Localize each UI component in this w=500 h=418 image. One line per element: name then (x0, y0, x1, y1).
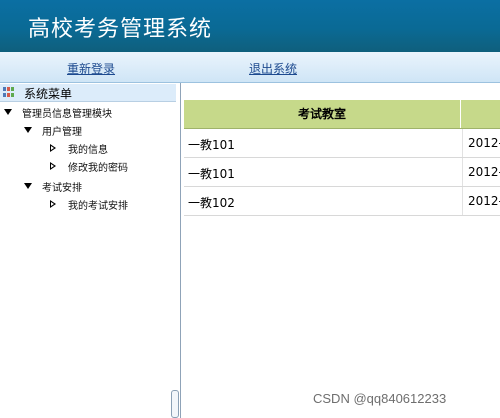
sidebar-scroll-handle[interactable] (171, 390, 179, 418)
tree-node-exam-arrangement[interactable]: 考试安排 (24, 179, 174, 194)
expand-arrow-icon (24, 127, 32, 133)
tree-node-my-exam-arrangement[interactable]: 我的考试安排 (50, 197, 174, 212)
tree-node-label: 我的信息 (68, 145, 108, 156)
logout-link[interactable]: 退出系统 (249, 60, 297, 77)
relogin-link[interactable]: 重新登录 (67, 60, 115, 77)
column-header-exam-room: 考试教室 (184, 100, 461, 128)
table-header-row: 考试教室 (184, 100, 500, 129)
table-row[interactable]: 一教102 2012- (184, 187, 500, 216)
column-divider (462, 129, 463, 157)
collapsed-arrow-icon (50, 144, 56, 152)
tree-node-label: 管理员信息管理模块 (22, 109, 112, 120)
cell-exam-room: 一教102 (188, 196, 235, 210)
cell-date: 2012- (468, 194, 500, 208)
tree-node-label: 我的考试安排 (68, 201, 128, 212)
collapsed-arrow-icon (50, 162, 56, 170)
table-row[interactable]: 一教101 2012- (184, 158, 500, 187)
sidebar-header: 系统菜单 (0, 84, 176, 102)
collapsed-arrow-icon (50, 200, 56, 208)
column-divider (462, 158, 463, 186)
app-header: 高校考务管理系统 (0, 0, 500, 52)
tree-node-label: 修改我的密码 (68, 163, 128, 174)
expand-arrow-icon (24, 183, 32, 189)
watermark-text: CSDN @qq840612233 (313, 391, 447, 406)
cell-date: 2012- (468, 165, 500, 179)
column-divider (462, 187, 463, 215)
main-content: 考试教室 一教101 2012- 一教101 2012- 一教102 2012- (182, 83, 500, 418)
tree-node-label: 用户管理 (42, 127, 82, 138)
tree-node-admin-module[interactable]: 管理员信息管理模块 (4, 105, 174, 120)
app-title: 高校考务管理系统 (28, 17, 213, 42)
tree-node-my-info[interactable]: 我的信息 (50, 141, 174, 156)
tree-node-change-password[interactable]: 修改我的密码 (50, 159, 174, 174)
tree-node-user-management[interactable]: 用户管理 (24, 123, 174, 138)
tree-node-label: 考试安排 (42, 183, 82, 194)
top-nav-bar: 重新登录 退出系统 (0, 52, 500, 83)
cell-exam-room: 一教101 (188, 138, 235, 152)
table-row[interactable]: 一教101 2012- (184, 129, 500, 158)
sidebar-title: 系统菜单 (24, 87, 73, 101)
menu-grid-icon (3, 87, 15, 97)
cell-date: 2012- (468, 136, 500, 150)
cell-exam-room: 一教101 (188, 167, 235, 181)
sidebar: 系统菜单 管理员信息管理模块 用户管理 我的信息 修改我的密码 考试安排 我的考… (0, 83, 181, 418)
expand-arrow-icon (4, 109, 12, 115)
